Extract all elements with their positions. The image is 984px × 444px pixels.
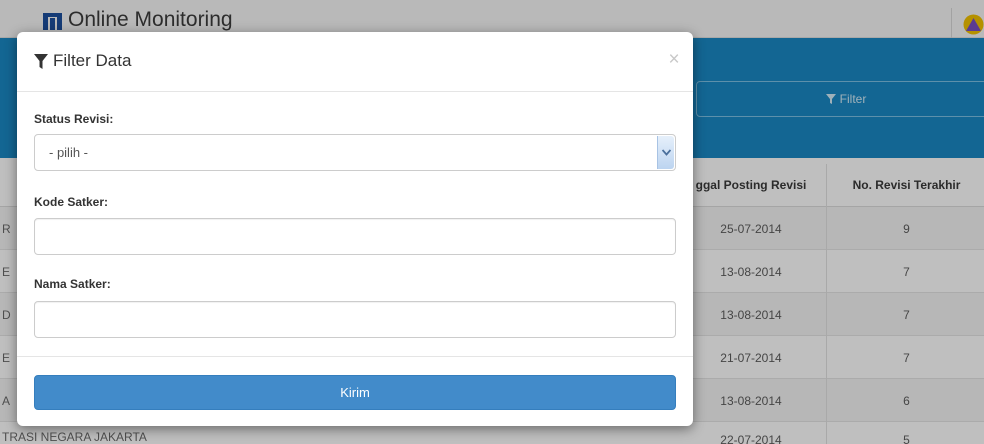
close-icon[interactable]: × xyxy=(663,50,685,72)
status-revisi-label: Status Revisi: xyxy=(34,112,114,126)
status-revisi-selected: - pilih - xyxy=(49,145,89,160)
nama-satker-label: Nama Satker: xyxy=(34,277,111,291)
modal-header: Filter Data × xyxy=(17,32,693,92)
funnel-icon xyxy=(34,53,48,69)
modal-title-text: Filter Data xyxy=(53,51,132,70)
chevron-down-icon[interactable] xyxy=(657,136,674,169)
filter-modal: Filter Data × Status Revisi: - pilih - K… xyxy=(17,32,693,426)
modal-footer: Kirim xyxy=(17,356,693,426)
status-revisi-select[interactable]: - pilih - xyxy=(34,134,676,171)
modal-title: Filter Data xyxy=(34,51,131,71)
kode-satker-label: Kode Satker: xyxy=(34,195,109,209)
kode-satker-input[interactable] xyxy=(34,218,676,255)
nama-satker-input[interactable] xyxy=(34,301,676,338)
kirim-button[interactable]: Kirim xyxy=(34,375,676,410)
